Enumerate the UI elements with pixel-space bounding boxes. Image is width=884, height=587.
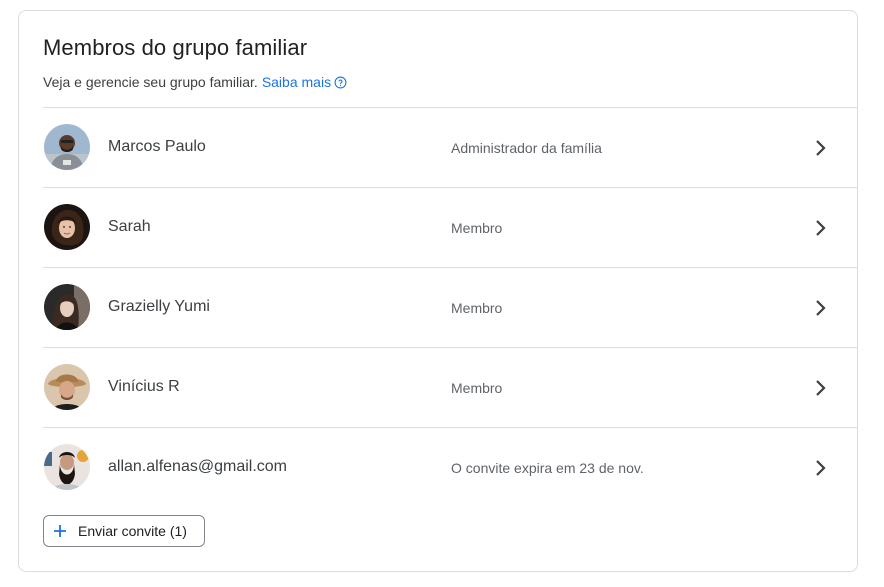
chevron-right-icon <box>813 376 829 400</box>
avatar <box>44 284 90 330</box>
chevron-right-icon <box>813 136 829 160</box>
send-invite-label: Enviar convite (1) <box>78 523 187 539</box>
subtitle-text: Veja e gerencie seu grupo familiar. <box>43 74 258 90</box>
member-name: Sarah <box>108 218 151 235</box>
avatar <box>44 364 90 410</box>
member-role: Membro <box>451 220 503 236</box>
member-role: Membro <box>451 300 503 316</box>
member-row-sarah[interactable]: Sarah Membro <box>43 187 858 267</box>
member-name: Grazielly Yumi <box>108 298 210 315</box>
chevron-right-icon <box>813 296 829 320</box>
member-role: Administrador da família <box>451 140 602 156</box>
send-invite-button[interactable]: Enviar convite (1) <box>43 515 205 547</box>
member-row-grazielly-yumi[interactable]: Grazielly Yumi Membro <box>43 267 858 347</box>
avatar <box>44 204 90 250</box>
avatar <box>44 124 90 170</box>
plus-icon <box>53 524 67 538</box>
page-subtitle: Veja e gerencie seu grupo familiar. Saib… <box>43 74 347 90</box>
help-icon[interactable] <box>334 76 347 89</box>
member-row-allan-alfenas[interactable]: allan.alfenas@gmail.com O convite expira… <box>43 427 858 507</box>
family-group-card: Membros do grupo familiar Veja e gerenci… <box>18 10 858 572</box>
invite-status: O convite expira em 23 de nov. <box>451 460 644 476</box>
members-list: Marcos Paulo Administrador da família Sa… <box>43 107 858 507</box>
member-role: Membro <box>451 380 503 396</box>
learn-more-link[interactable]: Saiba mais <box>262 74 331 90</box>
chevron-right-icon <box>813 216 829 240</box>
member-name: Vinícius R <box>108 378 180 395</box>
page-title: Membros do grupo familiar <box>43 35 308 60</box>
member-name: Marcos Paulo <box>108 138 206 155</box>
member-row-vinicius-r[interactable]: Vinícius R Membro <box>43 347 858 427</box>
avatar <box>44 444 90 490</box>
chevron-right-icon <box>813 456 829 480</box>
member-email: allan.alfenas@gmail.com <box>108 458 287 475</box>
member-row-marcos-paulo[interactable]: Marcos Paulo Administrador da família <box>43 107 858 187</box>
